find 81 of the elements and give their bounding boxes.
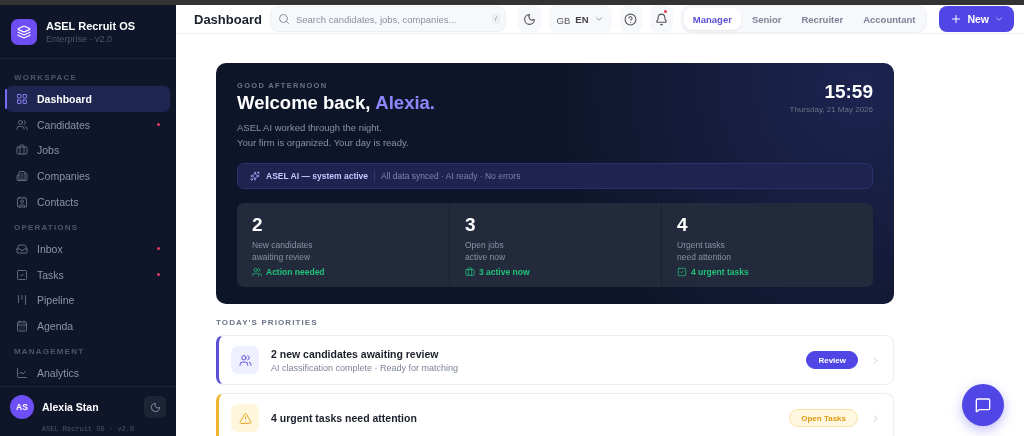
chart-icon <box>16 367 28 380</box>
stat-note: 3 active now <box>479 267 530 277</box>
nav-item[interactable]: Tasks <box>6 261 170 288</box>
calendar-icon <box>16 320 28 333</box>
nav-item[interactable]: Dashboard <box>6 86 170 112</box>
stat-label: New candidates <box>252 239 314 251</box>
bell-icon <box>655 12 668 26</box>
chevron-down-icon <box>593 14 604 24</box>
nav-section-title: OPERATIONS <box>13 222 80 234</box>
ai-status-detail: All data synced · AI ready · No errors <box>381 171 521 181</box>
nav-item[interactable]: Contacts <box>6 189 170 215</box>
priority-action-button[interactable]: Review <box>806 351 858 369</box>
section-title: TODAY'S PRIORITIES <box>216 318 319 327</box>
help-button[interactable] <box>619 5 643 33</box>
stat-value: 3 <box>465 214 477 236</box>
welcome-text: Your firm is organized. Your day is ready. <box>237 136 410 150</box>
contact-card-icon <box>16 196 28 209</box>
columns-icon <box>16 294 28 307</box>
ai-status-label: ASEL AI — system active <box>266 171 376 181</box>
nav-item[interactable]: Inbox <box>6 236 170 262</box>
users-icon <box>252 267 262 277</box>
priority-title: 4 urgent tasks need attention <box>271 412 418 424</box>
user-name: Alexia Stan <box>42 401 100 413</box>
role-tab[interactable]: Accountant <box>854 8 925 30</box>
building-icon <box>16 170 28 183</box>
sparkle-icon <box>250 171 260 181</box>
nav-item[interactable]: Candidates <box>6 111 170 138</box>
theme-toggle-button[interactable] <box>517 5 541 33</box>
checkbox-icon <box>16 268 28 281</box>
nav-section-title: WORKSPACE <box>13 72 79 84</box>
nav-item[interactable]: Analytics <box>6 360 170 386</box>
grid-icon <box>16 92 28 105</box>
brand-edition: Enterprise · v2.0 <box>46 34 114 44</box>
nav-item[interactable]: Agenda <box>6 313 170 340</box>
welcome-heading: Welcome back, Alexia. <box>237 92 435 114</box>
stat-label: need attention <box>677 251 732 263</box>
help-icon <box>624 12 638 26</box>
plus-icon <box>950 13 963 25</box>
stat-note: Action needed <box>266 267 325 277</box>
priority-title: 2 new candidates awaiting review <box>271 347 440 360</box>
clock-date: Thursday, 21 May 2026 <box>789 105 873 114</box>
stat-label: Open jobs <box>465 239 505 251</box>
stat-note: 4 urgent tasks <box>691 267 749 277</box>
nav-section-title: MANAGEMENT <box>13 346 86 359</box>
briefcase-icon <box>16 144 28 157</box>
language-selector[interactable]: GB EN <box>548 5 612 33</box>
stat-label: active now <box>465 251 507 263</box>
clock-time: 15:59 <box>824 81 873 103</box>
layers-icon <box>17 25 31 39</box>
user-avatar: AS <box>10 395 34 419</box>
nav-item[interactable]: Companies <box>6 163 170 190</box>
role-tab[interactable]: Senior <box>742 8 791 30</box>
priority-card[interactable]: 4 urgent tasks need attention Open Tasks <box>216 393 894 436</box>
shortcut-key: / <box>491 13 500 24</box>
role-tab[interactable]: Recruiter <box>792 8 853 30</box>
checkbox-icon <box>677 267 687 277</box>
moon-icon <box>522 12 536 26</box>
priority-subtitle: AI classification complete · Ready for matching <box>271 362 460 373</box>
nav-item[interactable]: Jobs <box>6 137 170 164</box>
role-tab[interactable]: Manager <box>683 8 741 30</box>
inbox-icon <box>16 242 28 255</box>
users-icon <box>238 353 252 367</box>
stat-value: 4 <box>677 214 689 236</box>
stat-label: awaiting review <box>252 251 312 263</box>
nav-item[interactable]: Pipeline <box>6 287 170 314</box>
priority-card[interactable]: 2 new candidates awaiting review AI classification complete · Ready for matching Review <box>216 335 894 385</box>
chat-icon <box>975 397 991 413</box>
new-button[interactable]: New <box>939 6 1014 32</box>
users-icon <box>16 118 28 131</box>
page-title: Dashboard <box>194 11 262 27</box>
stat-label: Urgent tasks <box>677 239 726 251</box>
moon-icon <box>149 401 161 413</box>
chevron-down-icon <box>994 14 1004 24</box>
brand-name: ASEL Recruit OS <box>46 20 136 32</box>
search-icon <box>277 13 290 25</box>
stat-value: 2 <box>252 214 264 236</box>
theme-toggle-button[interactable] <box>144 396 166 418</box>
notifications-button[interactable] <box>650 5 673 33</box>
warning-icon <box>238 411 252 425</box>
briefcase-icon <box>465 267 475 277</box>
welcome-text: ASEL AI worked through the night. <box>237 121 383 135</box>
